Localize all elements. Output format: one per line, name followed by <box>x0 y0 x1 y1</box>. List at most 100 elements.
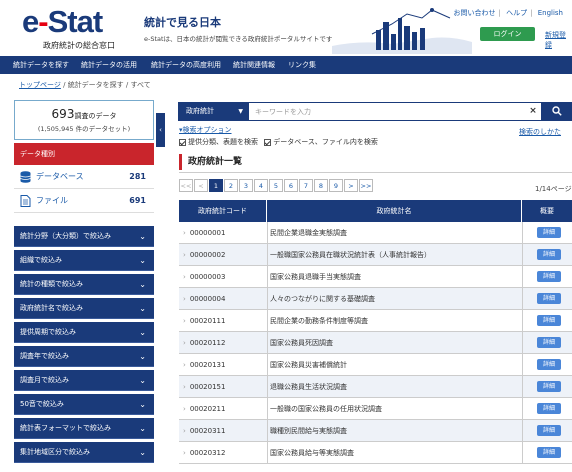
detail-button[interactable]: 詳細 <box>537 271 561 282</box>
table-row[interactable]: 00020131国家公務員災害補償統計詳細 <box>179 354 572 376</box>
search-button[interactable] <box>542 102 572 121</box>
result-count-box: 693調査のデータ (1,505,945 件のデータセット) <box>14 100 154 140</box>
table-row[interactable]: 00020111民間企業の勤務条件制度等調査詳細 <box>179 310 572 332</box>
help-link[interactable]: ヘルプ <box>506 9 527 17</box>
register-link[interactable]: 新規登録 <box>545 30 572 50</box>
detail-button[interactable]: 詳細 <box>537 337 561 348</box>
facet-organization[interactable]: 組織で絞込み ⌄ <box>14 250 154 271</box>
site-title[interactable]: 統計で見る日本 <box>144 14 221 30</box>
search-checkboxes: 提供分類、表題を検索 データベース、ファイル内を検索 <box>179 137 378 147</box>
detail-button[interactable]: 詳細 <box>537 227 561 238</box>
table-header: 政府統計コード 政府統計名 概要 <box>179 200 572 222</box>
detail-button[interactable]: 詳細 <box>537 249 561 260</box>
data-type-file[interactable]: ファイル 691 <box>14 189 154 213</box>
table-row[interactable]: 00000001民間企業退職金実態調査詳細 <box>179 222 572 244</box>
clear-icon[interactable]: × <box>526 102 540 121</box>
facet-region[interactable]: 集計地域区分で絞込み ⌄ <box>14 442 154 463</box>
detail-button[interactable]: 詳細 <box>537 315 561 326</box>
estat-logo[interactable]: e-Stat <box>22 6 103 37</box>
pager-first[interactable]: << <box>179 179 193 192</box>
english-link[interactable]: English <box>538 9 563 17</box>
nav-find-data[interactable]: 統計データを探す <box>13 56 69 74</box>
detail-button[interactable]: 詳細 <box>537 293 561 304</box>
site-header: e-Stat 政府統計の総合窓口 統計で見る日本 e-Statは、日本の統計が閲… <box>0 0 572 54</box>
table-row[interactable]: 00020112国家公務員死因調査詳細 <box>179 332 572 354</box>
nav-use-data[interactable]: 統計データの活用 <box>81 56 137 74</box>
pager-page-7[interactable]: 7 <box>299 179 313 192</box>
detail-button[interactable]: 詳細 <box>537 381 561 392</box>
table-row[interactable]: 00000002一般職国家公務員在職状況統計表（人事統計報告）詳細 <box>179 244 572 266</box>
pager-page-4[interactable]: 4 <box>254 179 268 192</box>
chevron-down-icon: ⌄ <box>139 328 146 337</box>
stat-name-link[interactable]: 職種別民間給与実態調査 <box>267 420 521 442</box>
global-nav: 統計データを探す 統計データの活用 統計データの高度利用 統計関連情報 リンク集 <box>0 56 572 74</box>
page-info: 1/14ページ <box>535 185 572 193</box>
pager-last[interactable]: >> <box>359 179 373 192</box>
stat-name-link[interactable]: 国家公務員死因調査 <box>267 332 521 354</box>
nav-related-info[interactable]: 統計関連情報 <box>233 56 275 74</box>
pager-page-3[interactable]: 3 <box>239 179 253 192</box>
checkbox-classification[interactable] <box>179 138 186 146</box>
site-description: e-Statは、日本の統計が閲覧できる政府統計ポータルサイトです <box>144 35 333 43</box>
pager-page-9[interactable]: 9 <box>329 179 343 192</box>
table-row[interactable]: 00020312国家公務員給与等実態調査詳細 <box>179 442 572 464</box>
chevron-down-icon: ⌄ <box>139 448 146 457</box>
detail-button[interactable]: 詳細 <box>537 425 561 436</box>
pager-page-2[interactable]: 2 <box>224 179 238 192</box>
pager-page-5[interactable]: 5 <box>269 179 283 192</box>
stat-name-link[interactable]: 退職公務員生活状況調査 <box>267 376 521 398</box>
keyword-search-input[interactable] <box>248 102 542 121</box>
table-row[interactable]: 00000003国家公務員退職手当実態調査詳細 <box>179 266 572 288</box>
logo-subtitle: 政府統計の総合窓口 <box>43 41 115 50</box>
pager-page-8[interactable]: 8 <box>314 179 328 192</box>
table-row[interactable]: 00000004人々のつながりに関する基礎調査詳細 <box>179 288 572 310</box>
checkbox-in-files[interactable] <box>264 138 272 146</box>
search-options-link[interactable]: ▾検索オプション <box>179 125 232 135</box>
chevron-down-icon: ⌄ <box>139 400 146 409</box>
pager-page-1[interactable]: 1 <box>209 179 223 192</box>
col-header-name[interactable]: 政府統計名 <box>267 200 522 222</box>
data-type-database[interactable]: データベース 281 <box>14 165 154 189</box>
pager-prev[interactable]: < <box>194 179 208 192</box>
nav-links[interactable]: リンク集 <box>288 56 316 74</box>
facet-kana[interactable]: 50音で絞込み ⌄ <box>14 394 154 415</box>
stat-name-link[interactable]: 国家公務員給与等実態調査 <box>267 442 521 464</box>
chevron-down-icon: ⌄ <box>139 424 146 433</box>
data-type-header: データ種別 <box>14 143 154 165</box>
search-scope-select[interactable]: 政府統計 ▼ <box>178 102 248 121</box>
pager-page-6[interactable]: 6 <box>284 179 298 192</box>
table-row[interactable]: 00020211一般職の国家公務員の任用状況調査詳細 <box>179 398 572 420</box>
col-header-summary: 概要 <box>540 207 554 215</box>
detail-button[interactable]: 詳細 <box>537 403 561 414</box>
stat-name-link[interactable]: 国家公務員災害補償統計 <box>267 354 521 376</box>
table-row[interactable]: 00020151退職公務員生活状況調査詳細 <box>179 376 572 398</box>
pager-next[interactable]: > <box>344 179 358 192</box>
facet-format[interactable]: 統計表フォーマットで絞込み ⌄ <box>14 418 154 439</box>
stat-name-link[interactable]: 人々のつながりに関する基礎調査 <box>267 288 521 310</box>
facet-stat-type[interactable]: 統計の種類で絞込み ⌄ <box>14 274 154 295</box>
facet-field[interactable]: 統計分野（大分類）で絞込み ⌄ <box>14 226 154 247</box>
breadcrumb: トップページ / 統計データを探す / すべて <box>19 81 151 89</box>
stat-name-link[interactable]: 一般職国家公務員在職状況統計表（人事統計報告） <box>267 244 521 266</box>
sidebar-collapse-button[interactable]: ‹ <box>156 113 165 147</box>
stat-name-link[interactable]: 民間企業退職金実態調査 <box>267 222 521 244</box>
breadcrumb-find: 統計データを探す <box>67 81 124 89</box>
database-icon <box>20 171 31 183</box>
login-button[interactable]: ログイン <box>480 27 535 41</box>
stat-name-link[interactable]: 民間企業の勤務条件制度等調査 <box>267 310 521 332</box>
facet-year[interactable]: 調査年で絞込み ⌄ <box>14 346 154 367</box>
facet-month[interactable]: 調査月で絞込み ⌄ <box>14 370 154 391</box>
stat-name-link[interactable]: 国家公務員退職手当実態調査 <box>267 266 521 288</box>
table-row[interactable]: 00020311職種別民間給与実態調査詳細 <box>179 420 572 442</box>
stat-name-link[interactable]: 一般職の国家公務員の任用状況調査 <box>267 398 521 420</box>
breadcrumb-top[interactable]: トップページ <box>19 81 61 89</box>
contact-link[interactable]: お問い合わせ <box>454 9 496 17</box>
facet-cycle[interactable]: 提供周期で絞込み ⌄ <box>14 322 154 343</box>
detail-button[interactable]: 詳細 <box>537 359 561 370</box>
search-howto-link[interactable]: 検索のしかた <box>519 127 561 137</box>
chevron-down-icon: ⌄ <box>139 232 146 241</box>
col-header-code[interactable]: 政府統計コード <box>179 200 267 222</box>
facet-stat-name[interactable]: 政府統計名で絞込み ⌄ <box>14 298 154 319</box>
nav-advanced-use[interactable]: 統計データの高度利用 <box>151 56 221 74</box>
detail-button[interactable]: 詳細 <box>537 447 561 458</box>
